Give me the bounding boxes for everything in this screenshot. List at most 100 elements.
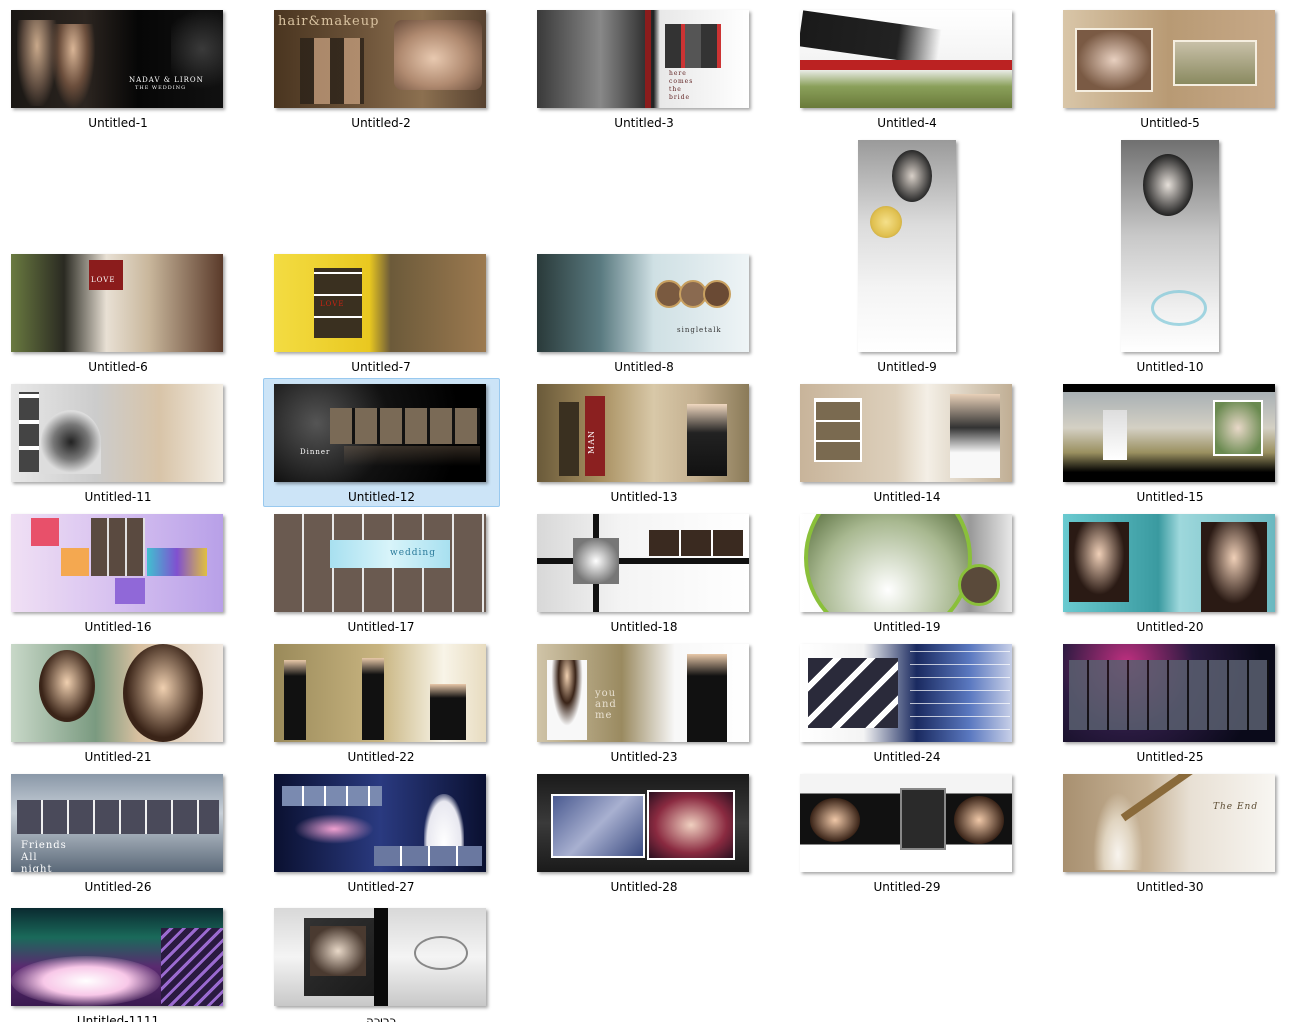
file-name: Untitled-12 <box>347 490 416 504</box>
thumbnail: you and me <box>537 644 749 742</box>
file-item[interactable]: singletalk Untitled-8 <box>532 136 756 378</box>
thumbnail: here comes the bride <box>537 10 749 108</box>
file-item[interactable]: Untitled-11 <box>6 380 230 508</box>
thumbnail <box>1121 140 1219 352</box>
file-name: Untitled-9 <box>877 360 937 374</box>
file-name: Untitled-1 <box>88 116 148 130</box>
file-name: Untitled-18 <box>610 620 678 634</box>
file-item[interactable]: hair&makeup Untitled-2 <box>269 6 493 134</box>
file-item[interactable]: Untitled-20 <box>1058 510 1282 638</box>
thumbnail: Dinner <box>274 384 486 482</box>
file-item[interactable]: Untitled-24 <box>795 640 1019 768</box>
file-name: Untitled-3 <box>614 116 674 130</box>
file-item[interactable]: Untitled-15 <box>1058 380 1282 508</box>
file-name: Untitled-22 <box>347 750 415 764</box>
thumbnail <box>11 908 223 1006</box>
file-name: Untitled-26 <box>84 880 152 894</box>
file-item[interactable]: you and me Untitled-23 <box>532 640 756 768</box>
file-name: Untitled-16 <box>84 620 152 634</box>
thumb-title: here comes the bride <box>669 70 694 101</box>
file-name: Untitled-2 <box>351 116 411 130</box>
thumbnail <box>800 644 1012 742</box>
thumbnail: wedding <box>274 514 486 612</box>
file-name: Untitled-14 <box>873 490 941 504</box>
file-item[interactable]: LOVE Untitled-7 <box>269 136 493 378</box>
thumbnail <box>11 644 223 742</box>
thumbnail <box>858 140 956 352</box>
thumbnail <box>274 774 486 872</box>
file-item[interactable]: The End Untitled-30 <box>1058 770 1282 898</box>
thumbnail <box>1063 10 1275 108</box>
file-name: כריכה <box>366 1014 396 1022</box>
thumb-title: hair&makeup <box>278 14 380 29</box>
thumbnail: NADAV & LIRON THE WEDDING <box>11 10 223 108</box>
file-item[interactable]: MAN Untitled-13 <box>532 380 756 508</box>
thumbnail <box>537 514 749 612</box>
thumb-title: Dinner <box>300 448 331 456</box>
thumb-title: Friends All night <box>21 840 67 872</box>
file-item[interactable]: Untitled-19 <box>795 510 1019 638</box>
file-name: Untitled-7 <box>351 360 411 374</box>
file-item[interactable]: כריכה <box>269 904 493 1022</box>
file-item[interactable]: Untitled-14 <box>795 380 1019 508</box>
thumb-subtitle: THE WEDDING <box>135 85 187 91</box>
thumbnail: LOVE <box>11 254 223 352</box>
file-name: Untitled-19 <box>873 620 941 634</box>
file-item[interactable]: here comes the bride Untitled-3 <box>532 6 756 134</box>
thumb-title: LOVE <box>91 276 116 284</box>
file-item[interactable]: Untitled-5 <box>1058 6 1282 134</box>
thumbnail <box>1063 644 1275 742</box>
thumbnail <box>274 908 486 1006</box>
thumb-title: MAN <box>587 430 596 454</box>
file-name: Untitled-11 <box>84 490 152 504</box>
thumbnail <box>800 514 1012 612</box>
file-name: Untitled-4 <box>877 116 937 130</box>
file-item[interactable]: Untitled-1111 <box>6 904 230 1022</box>
thumb-title: you and me <box>595 688 617 721</box>
file-item[interactable]: Untitled-9 <box>795 136 1019 378</box>
file-item[interactable]: NADAV & LIRON THE WEDDING Untitled-1 <box>6 6 230 134</box>
file-name: Untitled-5 <box>1140 116 1200 130</box>
file-name: Untitled-17 <box>347 620 415 634</box>
file-name: Untitled-15 <box>1136 490 1204 504</box>
thumbnail <box>11 384 223 482</box>
file-item[interactable]: Friends All night Untitled-26 <box>6 770 230 898</box>
thumb-title: wedding <box>390 548 436 558</box>
file-item[interactable]: Untitled-22 <box>269 640 493 768</box>
thumbnail: MAN <box>537 384 749 482</box>
thumbnail <box>274 644 486 742</box>
thumbnail: The End <box>1063 774 1275 872</box>
file-name: Untitled-13 <box>610 490 678 504</box>
thumb-title: NADAV & LIRON <box>129 76 204 84</box>
file-item[interactable]: wedding Untitled-17 <box>269 510 493 638</box>
file-item[interactable]: Untitled-16 <box>6 510 230 638</box>
file-name: Untitled-6 <box>88 360 148 374</box>
file-item[interactable]: Untitled-28 <box>532 770 756 898</box>
file-list-view[interactable]: NADAV & LIRON THE WEDDING Untitled-1 hai… <box>0 0 1313 1022</box>
file-name: Untitled-30 <box>1136 880 1204 894</box>
file-item[interactable]: Untitled-10 <box>1058 136 1282 378</box>
thumbnail <box>1063 384 1275 482</box>
file-item[interactable]: LOVE Untitled-6 <box>6 136 230 378</box>
file-name: Untitled-29 <box>873 880 941 894</box>
thumbnail <box>800 10 1012 108</box>
file-item[interactable]: Untitled-27 <box>269 770 493 898</box>
file-item[interactable]: Untitled-21 <box>6 640 230 768</box>
file-item[interactable]: Untitled-29 <box>795 770 1019 898</box>
thumb-title: The End <box>1213 802 1259 812</box>
file-item[interactable]: Dinner Untitled-12 <box>263 378 500 507</box>
file-item[interactable]: Untitled-18 <box>532 510 756 638</box>
thumbnail <box>1063 514 1275 612</box>
file-name: Untitled-20 <box>1136 620 1204 634</box>
file-item[interactable]: Untitled-25 <box>1058 640 1282 768</box>
thumbnail: LOVE <box>274 254 486 352</box>
file-name: Untitled-28 <box>610 880 678 894</box>
thumbnail <box>11 514 223 612</box>
file-name: Untitled-27 <box>347 880 415 894</box>
file-name: Untitled-23 <box>610 750 678 764</box>
file-name: Untitled-8 <box>614 360 674 374</box>
file-name: Untitled-24 <box>873 750 941 764</box>
thumbnail <box>537 774 749 872</box>
thumbnail <box>800 774 1012 872</box>
file-item[interactable]: Untitled-4 <box>795 6 1019 134</box>
